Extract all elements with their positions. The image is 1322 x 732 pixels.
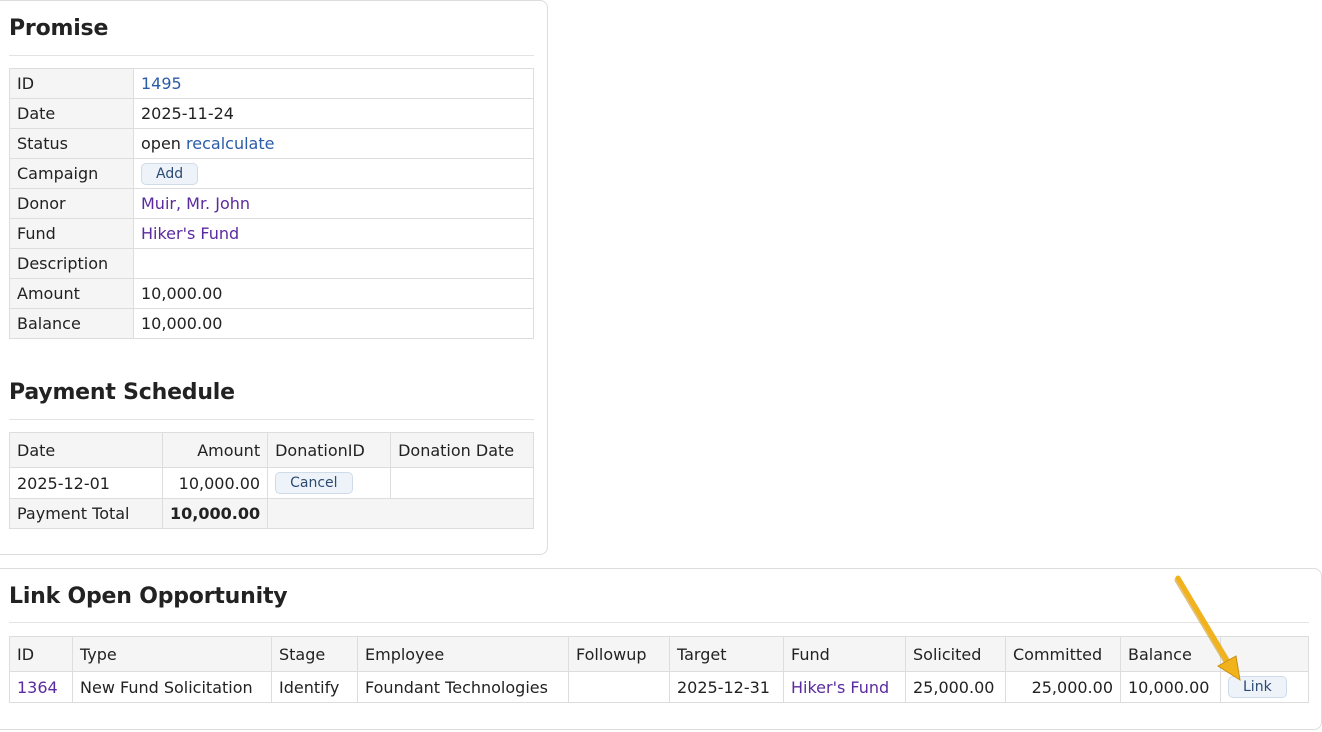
payment-schedule-title: Payment Schedule	[9, 380, 235, 405]
col-id: ID	[9, 636, 73, 672]
table-row: 1364 New Fund Solicitation Identify Foun…	[9, 671, 1309, 703]
table-row: Fund Hiker's Fund	[9, 218, 534, 249]
col-donation-id: DonationID	[267, 432, 392, 468]
col-followup: Followup	[568, 636, 670, 672]
recalculate-link[interactable]: recalculate	[186, 134, 274, 153]
promise-title-divider	[9, 55, 534, 56]
table-row: Campaign Add	[9, 158, 534, 189]
payment-total-label: Payment Total	[9, 498, 163, 529]
link-opportunity-title: Link Open Opportunity	[9, 584, 288, 609]
col-donation-date: Donation Date	[390, 432, 534, 468]
schedule-date: 2025-12-01	[9, 467, 163, 499]
status-cell: open recalculate	[133, 128, 534, 159]
opportunity-fund-link[interactable]: Hiker's Fund	[791, 678, 889, 697]
status-label: Status	[9, 128, 134, 159]
balance-label: Balance	[9, 308, 134, 339]
table-header-row: Date Amount DonationID Donation Date	[9, 432, 534, 468]
date-label: Date	[9, 98, 134, 129]
balance-value: 10,000.00	[133, 308, 534, 339]
donor-label: Donor	[9, 188, 134, 219]
table-row: 2025-12-01 10,000.00 Cancel	[9, 467, 534, 499]
donor-link[interactable]: Muir, Mr. John	[141, 194, 250, 213]
opportunity-id-link[interactable]: 1364	[17, 678, 58, 697]
annotation-arrow-icon	[1174, 575, 1241, 682]
table-row: ID 1495	[9, 68, 534, 99]
donor-cell: Muir, Mr. John	[133, 188, 534, 219]
opportunity-solicited: 25,000.00	[905, 671, 1006, 703]
table-row: Date 2025-11-24	[9, 98, 534, 129]
col-date: Date	[9, 432, 163, 468]
payment-total-empty	[267, 498, 534, 529]
promise-title: Promise	[9, 16, 109, 41]
amount-label: Amount	[9, 278, 134, 309]
col-committed: Committed	[1005, 636, 1121, 672]
cancel-button[interactable]: Cancel	[275, 472, 353, 494]
status-value: open	[141, 134, 181, 153]
opportunity-committed: 25,000.00	[1005, 671, 1121, 703]
id-label: ID	[9, 68, 134, 99]
description-label: Description	[9, 248, 134, 279]
fund-link[interactable]: Hiker's Fund	[141, 224, 239, 243]
opportunity-followup	[568, 671, 670, 703]
add-campaign-button[interactable]: Add	[141, 162, 199, 185]
col-fund: Fund	[783, 636, 906, 672]
id-cell: 1495	[133, 68, 534, 99]
col-target: Target	[669, 636, 784, 672]
payment-total-value: 10,000.00	[161, 498, 269, 529]
opportunity-target: 2025-12-31	[669, 671, 784, 703]
schedule-amount: 10,000.00	[161, 467, 269, 499]
opportunity-employee: Foundant Technologies	[357, 671, 569, 703]
description-value	[133, 248, 534, 279]
schedule-donation-id-cell: Cancel	[267, 467, 392, 499]
table-row: Donor Muir, Mr. John	[9, 188, 534, 219]
campaign-label: Campaign	[9, 158, 134, 189]
opportunity-fund-cell: Hiker's Fund	[783, 671, 906, 703]
col-solicited: Solicited	[905, 636, 1006, 672]
opportunity-id-cell: 1364	[9, 671, 73, 703]
date-value: 2025-11-24	[133, 98, 534, 129]
fund-cell: Hiker's Fund	[133, 218, 534, 249]
col-amount: Amount	[161, 432, 269, 468]
table-total-row: Payment Total 10,000.00	[9, 498, 534, 529]
opportunity-stage: Identify	[271, 671, 358, 703]
table-row: Amount 10,000.00	[9, 278, 534, 309]
campaign-cell: Add	[133, 158, 534, 189]
table-row: Description	[9, 248, 534, 279]
opportunity-type: New Fund Solicitation	[72, 671, 272, 703]
schedule-donation-date	[390, 467, 534, 499]
payment-schedule-table: Date Amount DonationID Donation Date 202…	[9, 432, 534, 529]
payment-schedule-divider	[9, 419, 534, 420]
promise-details-table: ID 1495 Date 2025-11-24 Status open reca…	[9, 68, 534, 339]
table-row: Balance 10,000.00	[9, 308, 534, 339]
col-type: Type	[72, 636, 272, 672]
promise-id-link[interactable]: 1495	[141, 74, 182, 93]
table-header-row: ID Type Stage Employee Followup Target F…	[9, 636, 1309, 672]
fund-label: Fund	[9, 218, 134, 249]
amount-value: 10,000.00	[133, 278, 534, 309]
col-employee: Employee	[357, 636, 569, 672]
opportunity-table: ID Type Stage Employee Followup Target F…	[9, 636, 1309, 703]
col-stage: Stage	[271, 636, 358, 672]
link-opportunity-divider	[9, 622, 1309, 623]
table-row: Status open recalculate	[9, 128, 534, 159]
